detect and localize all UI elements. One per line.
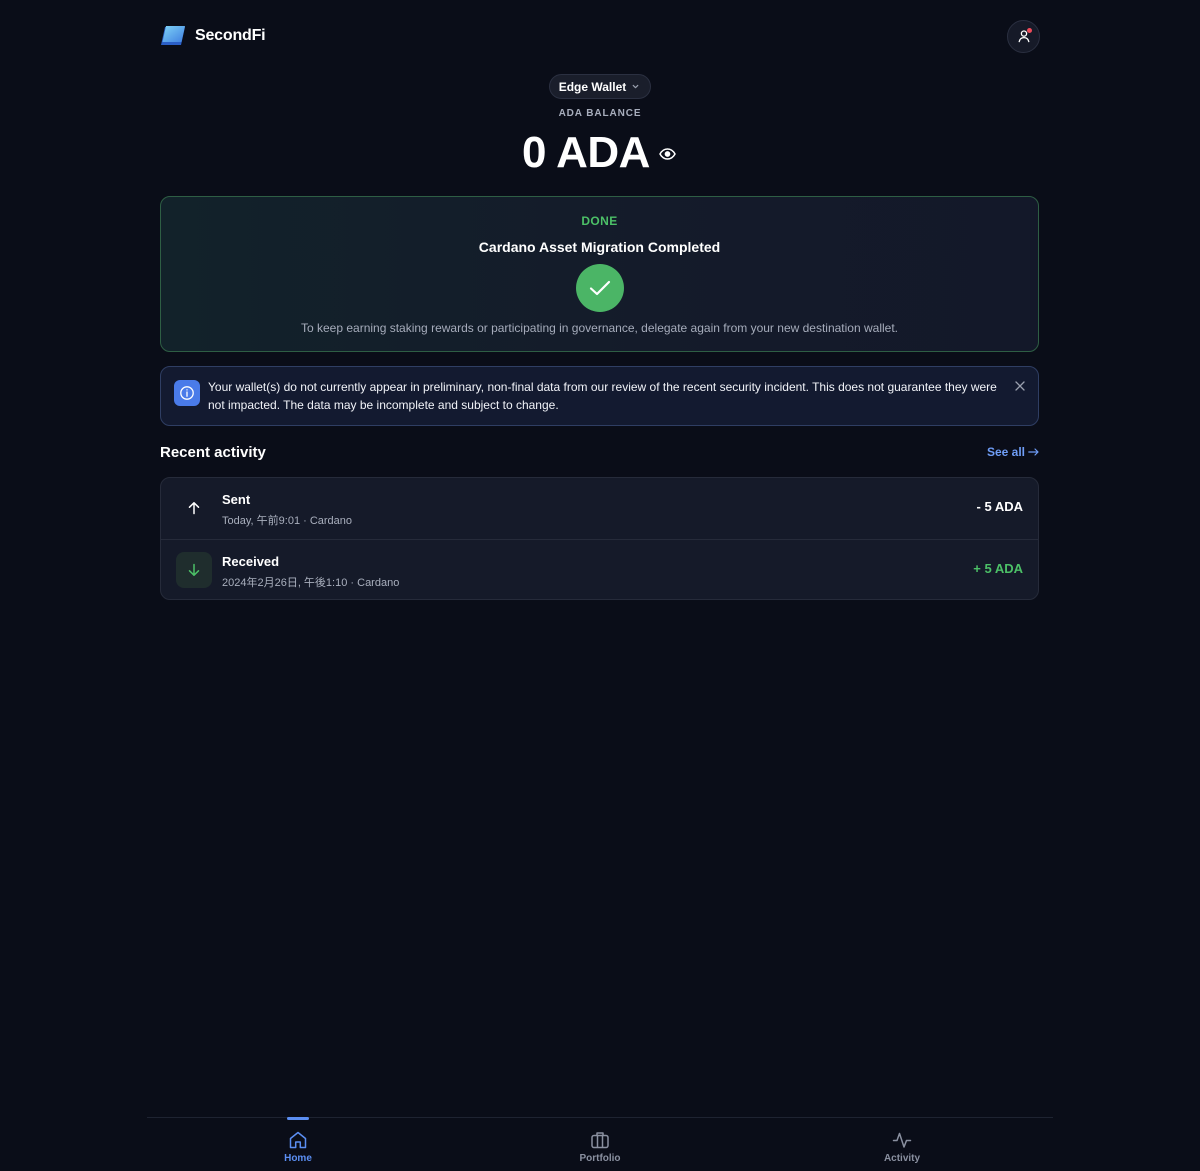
tx-amount: - 5 ADA bbox=[976, 499, 1023, 514]
nav-label: Activity bbox=[883, 1153, 921, 1164]
active-tab-indicator bbox=[287, 1117, 309, 1120]
chevron-down-icon bbox=[632, 84, 639, 89]
nav-item-activity[interactable]: Activity bbox=[751, 1118, 1053, 1171]
profile-button[interactable] bbox=[1007, 19, 1040, 53]
see-all-label: See all bbox=[986, 445, 1025, 459]
nav-label: Portfolio bbox=[579, 1153, 621, 1164]
balance-amount: 0 ADA bbox=[522, 128, 650, 177]
tx-meta: Today, 午前9:01 · Cardano bbox=[222, 515, 353, 527]
activity-item-sent[interactable]: Sent Today, 午前9:01 · Cardano - 5 ADA bbox=[161, 478, 1038, 539]
nav-item-portfolio[interactable]: Portfolio bbox=[449, 1118, 751, 1171]
info-icon bbox=[174, 380, 200, 406]
migration-title: Cardano Asset Migration Completed bbox=[478, 239, 721, 255]
dismiss-notice-button[interactable] bbox=[1013, 379, 1027, 393]
tx-type: Sent bbox=[222, 492, 251, 507]
checkmark-icon bbox=[589, 280, 611, 296]
migration-status: DONE bbox=[581, 214, 618, 228]
activity-item-received[interactable]: Received 2024年2月26日, 午後1:10 · Cardano + … bbox=[161, 539, 1038, 599]
secondfi-logo-icon bbox=[161, 26, 185, 45]
migration-success-badge bbox=[576, 264, 624, 312]
activity-pulse-icon bbox=[892, 1132, 912, 1148]
brand-name: SecondFi bbox=[195, 27, 266, 44]
arrow-down-icon bbox=[188, 563, 200, 576]
migration-description: To keep earning staking rewards or parti… bbox=[300, 321, 899, 335]
see-all-link[interactable]: See all bbox=[987, 445, 1039, 459]
toggle-balance-visibility-button[interactable] bbox=[658, 144, 678, 164]
tx-meta: 2024年2月26日, 午後1:10 · Cardano bbox=[222, 577, 400, 589]
wallet-selector[interactable]: Edge Wallet bbox=[548, 74, 652, 99]
arrow-right-icon bbox=[1028, 448, 1039, 456]
arrow-up-icon bbox=[188, 502, 200, 515]
bottom-navigation: Home Portfolio Activity bbox=[147, 1117, 1053, 1171]
activity-list: Sent Today, 午前9:01 · Cardano - 5 ADA Rec… bbox=[160, 477, 1039, 600]
eye-icon bbox=[659, 148, 677, 160]
briefcase-icon bbox=[591, 1132, 609, 1149]
nav-item-home[interactable]: Home bbox=[147, 1117, 449, 1171]
tx-amount: + 5 ADA bbox=[973, 561, 1023, 576]
balance-label: ADA BALANCE bbox=[558, 108, 642, 119]
wallet-name: Edge Wallet bbox=[558, 79, 627, 94]
recent-activity-title: Recent activity bbox=[160, 443, 266, 461]
recent-activity-header: Recent activity See all bbox=[160, 441, 1039, 463]
app-header: SecondFi bbox=[160, 19, 1040, 53]
received-tx-icon-wrap bbox=[176, 552, 212, 588]
wallet-selector-wrap: Edge Wallet bbox=[0, 74, 1200, 99]
close-icon bbox=[1015, 381, 1025, 391]
tx-type: Received bbox=[222, 554, 280, 569]
balance-display: 0 ADA bbox=[0, 127, 1200, 179]
security-notice-banner: Your wallet(s) do not currently appear i… bbox=[160, 366, 1039, 426]
notification-dot bbox=[1027, 27, 1032, 33]
home-screen: SecondFi Edge Wallet ADA BALANCE 0 ADA D… bbox=[0, 0, 1200, 1171]
brand[interactable]: SecondFi bbox=[160, 25, 266, 47]
security-notice-text: Your wallet(s) do not currently appear i… bbox=[208, 380, 997, 412]
nav-label: Home bbox=[284, 1153, 312, 1164]
sent-tx-icon-wrap bbox=[176, 490, 212, 526]
migration-status-card: DONE Cardano Asset Migration Completed T… bbox=[160, 196, 1039, 352]
home-icon bbox=[289, 1131, 307, 1149]
